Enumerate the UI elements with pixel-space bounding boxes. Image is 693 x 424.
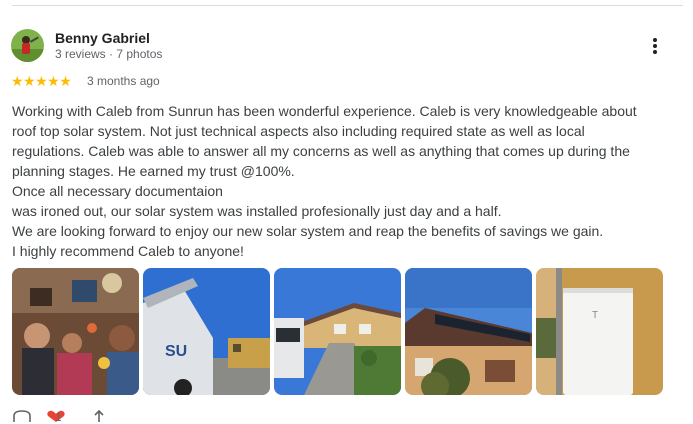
svg-text:T: T <box>592 310 598 321</box>
more-options-button[interactable] <box>645 36 665 56</box>
review-line: We are looking forward to enjoy our new … <box>12 223 604 239</box>
like-icon[interactable] <box>12 410 32 422</box>
review-text: Working with Caleb from Sunrun has been … <box>12 101 682 261</box>
more-vert-icon <box>653 38 657 54</box>
review-line: Once all necessary documentaion <box>12 183 223 199</box>
svg-text:SU: SU <box>165 343 187 360</box>
review-photo-battery[interactable]: T <box>536 268 663 395</box>
review-date: 3 months ago <box>87 74 160 88</box>
review-line: was ironed out, our solar system was ins… <box>12 203 502 219</box>
reviewer-meta: 3 reviews · 7 photos <box>55 47 163 61</box>
review-photo-group[interactable] <box>12 268 139 395</box>
top-divider <box>12 5 683 6</box>
review-line: roof top solar system. Not just technica… <box>12 123 585 139</box>
share-icon[interactable] <box>90 410 108 422</box>
review-line: regulations. Caleb was able to answer al… <box>12 143 630 159</box>
review-line: Working with Caleb from Sunrun has been … <box>12 103 637 119</box>
review-line: I highly recommend Caleb to anyone! <box>12 243 244 259</box>
review-photo-truck[interactable]: SU <box>143 268 270 395</box>
like-count: 1 <box>55 410 62 424</box>
review-photo-roof-panels[interactable] <box>405 268 532 395</box>
reviewer-name[interactable]: Benny Gabriel <box>55 30 150 46</box>
review-photo-driveway[interactable] <box>274 268 401 395</box>
review-line: planning stages. He earned my trust @100… <box>12 163 295 179</box>
star-rating: ★★★★★ <box>11 73 72 89</box>
avatar[interactable] <box>11 29 44 62</box>
